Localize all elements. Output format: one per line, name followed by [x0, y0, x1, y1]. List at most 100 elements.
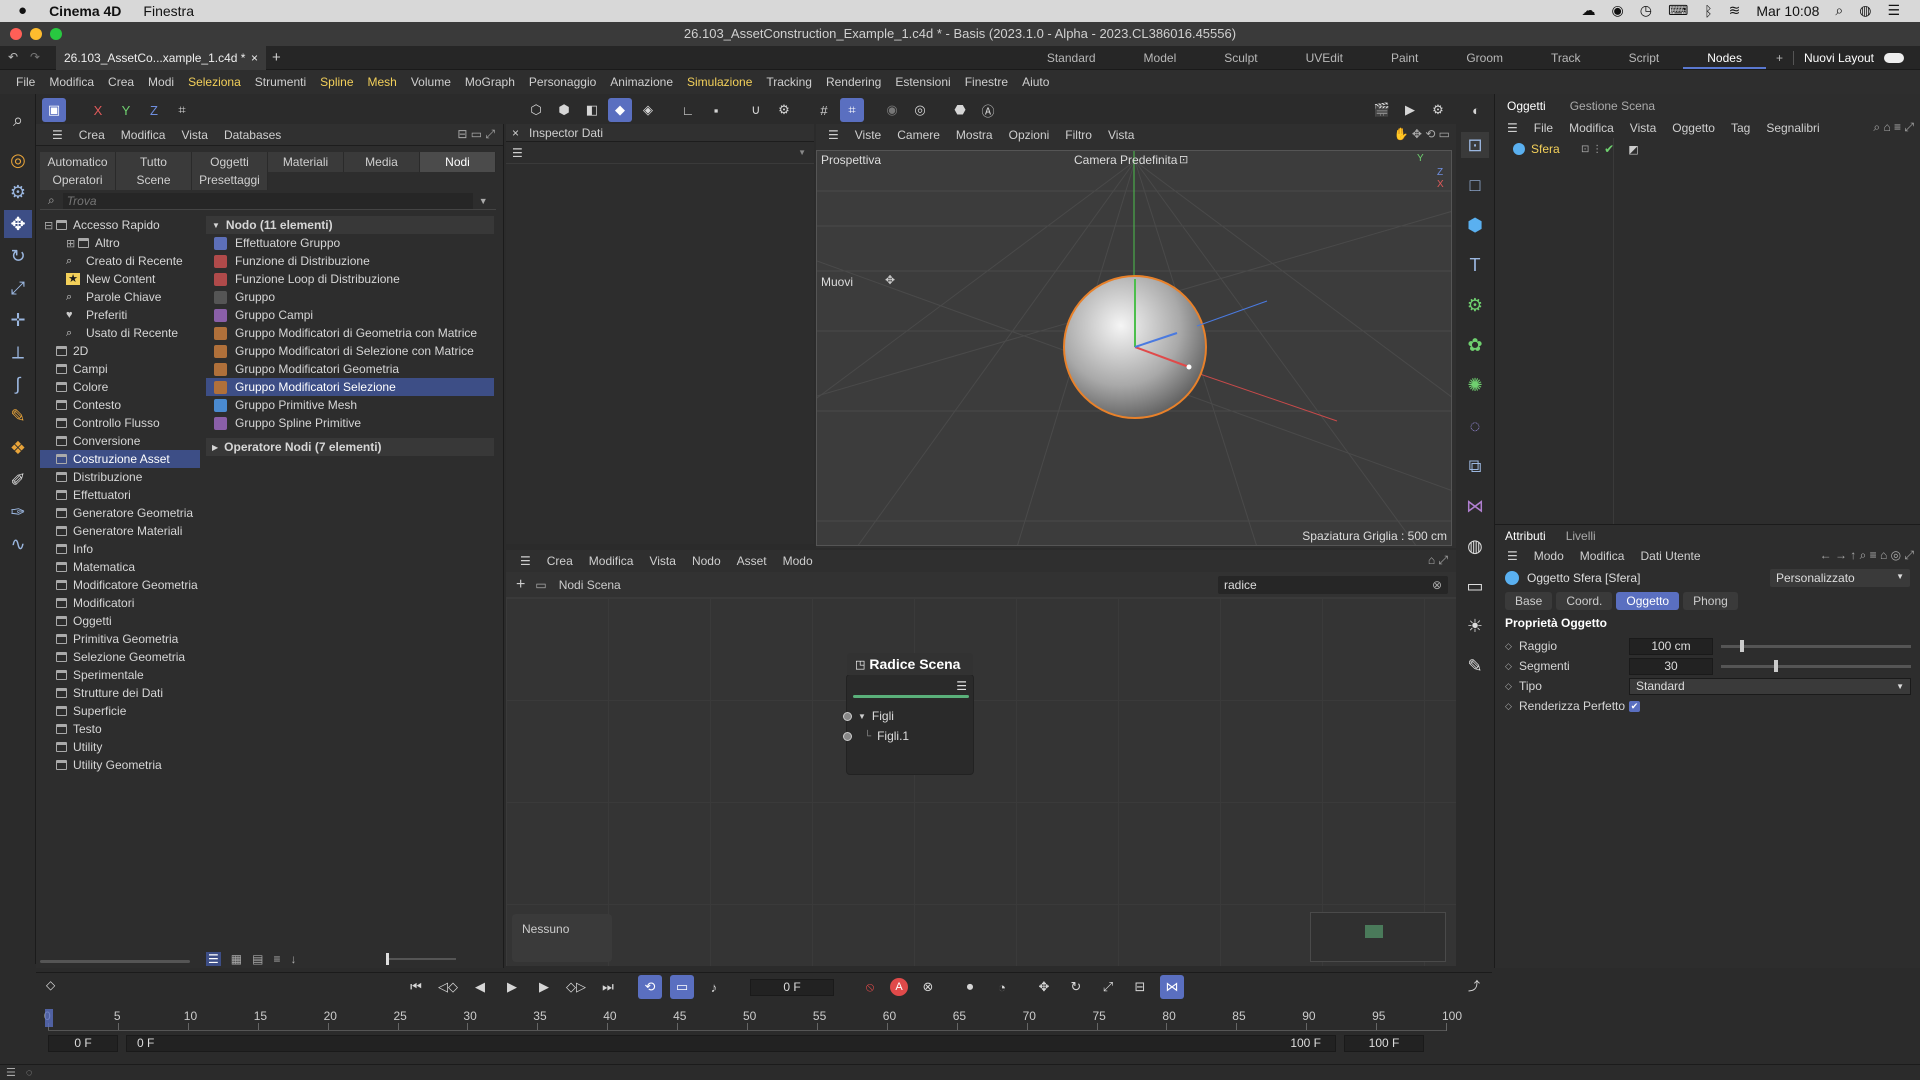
filter-tab[interactable]: Automatico: [40, 152, 116, 172]
keyframe-settings-icon[interactable]: ⊗: [916, 975, 940, 999]
hamburger-icon[interactable]: ☰: [1499, 549, 1526, 563]
add-node-icon[interactable]: +: [516, 576, 525, 594]
raggio-field[interactable]: 100 cm: [1629, 637, 1713, 655]
rotate-tool-icon[interactable]: ↻: [4, 242, 32, 270]
render-settings-icon[interactable]: ⚙: [1426, 98, 1450, 122]
brush-tool-icon[interactable]: ✐: [4, 466, 32, 494]
menu-item[interactable]: File: [9, 75, 42, 89]
text-icon[interactable]: T: [1461, 252, 1489, 278]
null-object-icon[interactable]: □: [1461, 172, 1489, 198]
tree-item[interactable]: ♥ Preferiti: [40, 306, 200, 324]
keyframe-diamond-icon[interactable]: ◇: [1505, 641, 1519, 652]
tree-item[interactable]: Generatore Materiali: [40, 522, 200, 540]
polygons-mode-icon[interactable]: ◧: [580, 98, 604, 122]
axis-y-button[interactable]: Y: [114, 98, 138, 122]
filter-tab[interactable]: Scene: [116, 170, 192, 190]
clear-search-icon[interactable]: ⊗: [1432, 578, 1442, 592]
grid-view-icon[interactable]: ▦: [231, 952, 242, 966]
tab-objects[interactable]: Oggetti: [1495, 99, 1558, 113]
menu-item[interactable]: Modifica: [42, 75, 101, 89]
node-editor-lock-icon[interactable]: ⌂ ⤢: [1428, 553, 1448, 568]
close-panel-icon[interactable]: ×: [506, 126, 525, 140]
edit-icon[interactable]: ✎: [1461, 654, 1489, 680]
edges-mode-icon[interactable]: ⬢: [552, 98, 576, 122]
snap-icon[interactable]: ∪: [744, 98, 768, 122]
menu-item[interactable]: Seleziona: [181, 75, 248, 89]
tree-item[interactable]: Costruzione Asset: [40, 450, 200, 468]
attribute-subtab[interactable]: Base: [1505, 592, 1553, 610]
viewport-menu-item[interactable]: Vista: [1100, 128, 1142, 142]
menu-item[interactable]: Aiuto: [1015, 75, 1056, 89]
add-layout-button[interactable]: +: [1766, 51, 1793, 65]
loop-icon[interactable]: ⟲: [638, 975, 662, 999]
keyframe-icon[interactable]: ◇: [46, 978, 55, 992]
tree-item[interactable]: Superficie: [40, 702, 200, 720]
attribute-subtab[interactable]: Phong: [1683, 592, 1738, 610]
tab-scene-manager[interactable]: Gestione Scena: [1558, 99, 1667, 113]
prev-key-icon[interactable]: ◁◇: [436, 975, 460, 999]
search-input[interactable]: [62, 192, 473, 209]
paint-tool-icon[interactable]: ✎: [4, 402, 32, 430]
hamburger-icon[interactable]: ☰: [512, 554, 539, 568]
next-key-icon[interactable]: ◇▷: [564, 975, 588, 999]
scene-node-icon[interactable]: ⧉: [1461, 453, 1489, 479]
menu-item[interactable]: Modi: [141, 75, 181, 89]
record-icon[interactable]: ⦸: [858, 975, 882, 999]
window-menu[interactable]: Finestra: [143, 3, 194, 19]
gizmo-center[interactable]: [1186, 364, 1192, 370]
timeline-ruler[interactable]: 0510152025303540455055606570758085909510…: [44, 1009, 1462, 1031]
go-start-icon[interactable]: ⏮: [404, 975, 428, 999]
dropdown-icon[interactable]: ▼: [798, 148, 806, 157]
app-menu[interactable]: Cinema 4D: [49, 3, 121, 19]
deformer-icon[interactable]: ✺: [1461, 373, 1489, 399]
document-tab[interactable]: 26.103_AssetCo...xample_1.c4d * ×: [56, 46, 266, 70]
next-frame-icon[interactable]: ▶: [532, 975, 556, 999]
play-icon[interactable]: ▶: [500, 975, 524, 999]
viewport-menu-item[interactable]: Mostra: [948, 128, 1001, 142]
node-list-item[interactable]: Gruppo Modificatori Geometria: [206, 360, 494, 378]
menu-item[interactable]: Volume: [404, 75, 458, 89]
viewport-menu-item[interactable]: Filtro: [1057, 128, 1100, 142]
filter-tab[interactable]: Tutto: [116, 152, 192, 172]
current-frame-field[interactable]: 0 F: [750, 978, 834, 996]
menu-item[interactable]: Tracking: [759, 75, 819, 89]
panel-icons[interactable]: ⊟ ▭ ⤢: [457, 127, 495, 142]
tree-item[interactable]: Info: [40, 540, 200, 558]
snap-tool-icon[interactable]: ∫: [4, 370, 32, 398]
search-dropdown-icon[interactable]: ▼: [479, 196, 488, 206]
playhead[interactable]: [45, 1009, 53, 1027]
new-layout-menu[interactable]: Nuovi Layout: [1792, 51, 1884, 65]
sort-icon[interactable]: ≡: [273, 952, 280, 966]
layout-item[interactable]: Sculpt: [1200, 51, 1281, 65]
node-menu-icon[interactable]: ☰: [956, 679, 967, 693]
projection-label[interactable]: Prospettiva: [821, 153, 881, 167]
creative-cloud-icon[interactable]: ◉: [1612, 2, 1624, 19]
object-tool-icon[interactable]: ⊡: [1461, 132, 1489, 159]
soft-selection-icon[interactable]: ◉: [880, 98, 904, 122]
layout-item[interactable]: Standard: [1023, 51, 1120, 65]
start-field[interactable]: 0 F: [48, 1034, 118, 1052]
segmenti-slider[interactable]: [1721, 659, 1911, 672]
locked-workplane-icon[interactable]: ▪: [704, 98, 728, 122]
hamburger-icon[interactable]: ☰: [1499, 121, 1526, 135]
expand-toggle-icon[interactable]: ⊞: [66, 237, 78, 250]
layout-item[interactable]: Track: [1527, 51, 1605, 65]
menu-item[interactable]: Rendering: [819, 75, 888, 89]
detail-view-icon[interactable]: ▤: [252, 952, 263, 966]
search-icon[interactable]: ⌕: [1835, 2, 1843, 19]
camera-icon[interactable]: ▭: [1461, 574, 1489, 600]
tree-item[interactable]: ⊞ Altro: [40, 234, 200, 252]
menu-item[interactable]: Estensioni: [888, 75, 957, 89]
tree-item[interactable]: Sperimentale: [40, 666, 200, 684]
clock-text[interactable]: Mar 10:08: [1756, 3, 1819, 19]
apple-icon[interactable]: ●: [18, 2, 27, 19]
tree-item[interactable]: Campi: [40, 360, 200, 378]
range-bar[interactable]: 0 F 100 F: [126, 1034, 1336, 1052]
objects-menu-item[interactable]: Vista: [1622, 121, 1664, 135]
keyboard-icon[interactable]: ⌨: [1668, 2, 1688, 19]
selection-settings-icon[interactable]: ⚙: [4, 178, 32, 206]
end-field[interactable]: 100 F: [1344, 1034, 1424, 1052]
menu-item[interactable]: Animazione: [603, 75, 680, 89]
layout-item[interactable]: Groom: [1442, 51, 1527, 65]
mode-object-button[interactable]: ▣: [42, 98, 66, 122]
